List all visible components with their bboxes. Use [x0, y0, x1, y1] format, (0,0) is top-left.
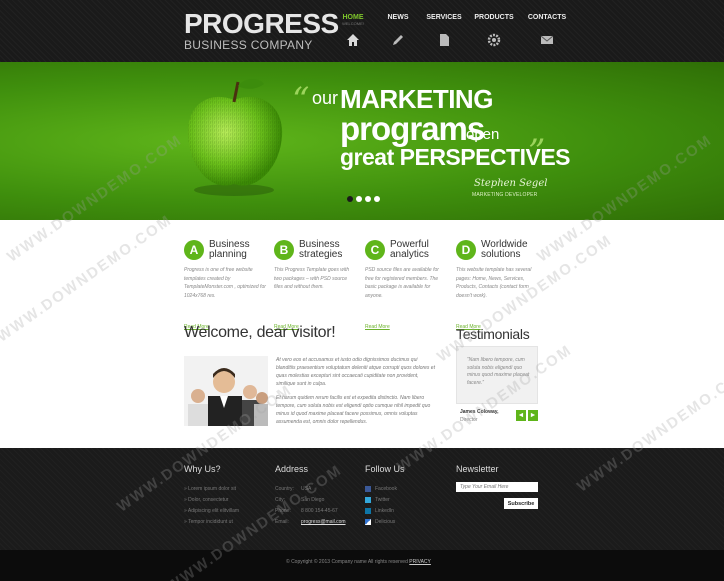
nav-label: NEWS	[387, 14, 409, 21]
social-link-linkedin[interactable]: LinkedIn	[365, 506, 397, 517]
nav-sublabel	[422, 21, 466, 27]
logo-subtitle: BUSINESS COMPANY	[184, 38, 313, 52]
nav-label: CONTACTS	[527, 14, 567, 21]
email-link[interactable]: progress@mail.com	[301, 517, 346, 528]
nav-label: SERVICES	[426, 14, 462, 21]
nav-item-news[interactable]: NEWS	[374, 14, 422, 47]
why-us-item[interactable]: » Lorem ipsum dolor sit	[184, 484, 239, 495]
feature-text: This Progress Template goes with two pac…	[274, 267, 350, 290]
linkedin-icon	[365, 507, 371, 514]
why-us-item[interactable]: » Adipiscing elit elitvillam	[184, 506, 239, 517]
delicious-icon	[365, 518, 371, 525]
address-list: Country: USA City: San Diego Phone: 8 800 1…	[275, 484, 346, 528]
site-header: PROGRESS BUSINESS COMPANY HOME WELCOME! …	[0, 0, 724, 62]
testimonial-role: Director	[460, 417, 478, 423]
social-link-delicious[interactable]: Delicious	[365, 517, 397, 528]
feature-title: Business planning	[209, 239, 250, 260]
why-us-heading: Why Us?	[184, 464, 221, 474]
main-nav: HOME WELCOME! NEWS SERVICES PRODUCTS CON…	[332, 14, 572, 47]
feature-badge: C	[365, 240, 385, 260]
feature-title: Business strategies	[299, 239, 343, 260]
welcome-paragraph: Et harum quidem rerum facilis est et exp…	[276, 395, 431, 425]
grass-apple-image	[187, 79, 283, 196]
signature: Stephen Segel	[474, 178, 548, 189]
nav-item-products[interactable]: PRODUCTS	[466, 14, 522, 47]
why-us-list: » Lorem ipsum dolor sit » Dolor, consect…	[184, 484, 239, 528]
subscribe-button[interactable]: Subscribe	[504, 498, 538, 509]
copyright-bar: © Copyright © 2013 Company name All righ…	[0, 550, 724, 581]
hero-banner: “ our MARKETING programs open great PERS…	[0, 62, 724, 220]
follow-us-heading: Follow Us	[365, 464, 405, 474]
next-testimonial-button[interactable]: ►	[528, 410, 538, 421]
address-row: Phone: 8 800 154-45-67	[275, 508, 338, 514]
nav-sublabel	[466, 21, 522, 27]
feature-title: Worldwide solutions	[481, 239, 528, 260]
testimonials-heading: Testimonials	[456, 326, 530, 342]
nav-label: PRODUCTS	[474, 14, 514, 21]
envelope-icon	[540, 35, 554, 44]
feature-badge: A	[184, 240, 204, 260]
feature-text: This website template has several pages:…	[456, 267, 532, 299]
twitter-icon	[365, 496, 371, 503]
home-icon	[347, 34, 359, 46]
testimonial-quote: “Nam libero tempore, cum soluta nobis el…	[467, 357, 530, 386]
why-us-item[interactable]: » Dolor, consectetur	[184, 495, 239, 506]
pencil-icon	[393, 35, 403, 45]
signature-role: MARKETING DEVELOPER	[472, 192, 538, 198]
why-us-item[interactable]: » Tempor incididunt ut	[184, 517, 239, 528]
main-content: A Business planning Progress is one of f…	[0, 220, 724, 448]
site-footer: Why Us? » Lorem ipsum dolor sit » Dolor,…	[0, 448, 724, 550]
feature-badge: B	[274, 240, 294, 260]
nav-item-contacts[interactable]: CONTACTS	[522, 14, 572, 47]
feature-title: Powerful analytics	[390, 239, 429, 260]
read-more-link[interactable]: Read More	[365, 324, 390, 330]
gear-icon	[487, 33, 501, 47]
newsletter-email-input[interactable]	[456, 482, 538, 492]
facebook-icon	[365, 485, 371, 492]
slider-dot[interactable]	[374, 196, 380, 202]
feature-text: PSD source files are available for free …	[365, 267, 439, 299]
copyright-text: © Copyright © 2013 Company name All righ…	[286, 559, 431, 565]
address-row: City: San Diego	[275, 497, 325, 503]
slider-dot[interactable]	[365, 196, 371, 202]
slider-dot[interactable]	[356, 196, 362, 202]
address-heading: Address	[275, 464, 309, 474]
quote-close-mark: ”	[528, 132, 546, 172]
address-row: Email: progress@mail.com	[275, 517, 346, 528]
prev-testimonial-button[interactable]: ◄	[516, 410, 526, 421]
feature-badge: D	[456, 240, 476, 260]
banner-open: open	[466, 126, 500, 143]
testimonial-author: James Coloway,	[460, 409, 499, 415]
nav-item-services[interactable]: SERVICES	[422, 14, 466, 47]
banner-our: our	[312, 88, 339, 108]
nav-sublabel	[374, 21, 422, 27]
welcome-paragraph: At vero eos et accusamus et iusto odio d…	[276, 357, 435, 387]
address-row: Country: USA	[275, 486, 312, 492]
newsletter-heading: Newsletter	[456, 464, 499, 474]
social-list: Facebook Twitter LinkedIn Delicious	[365, 484, 397, 528]
logo-title[interactable]: PROGRESS	[184, 8, 339, 40]
nav-sublabel	[522, 21, 572, 27]
banner-programs: programs	[340, 110, 485, 147]
social-link-twitter[interactable]: Twitter	[365, 495, 397, 506]
feature-text: Progress is one of free website template…	[184, 267, 266, 299]
document-icon	[440, 34, 449, 46]
slider-pagination	[347, 196, 380, 202]
nav-label: HOME	[342, 14, 364, 21]
testimonial-card: “Nam libero tempore, cum soluta nobis el…	[456, 346, 538, 404]
social-link-facebook[interactable]: Facebook	[365, 484, 397, 495]
nav-item-home[interactable]: HOME WELCOME!	[332, 14, 374, 47]
team-photo	[184, 356, 268, 426]
welcome-heading: Welcome, dear visitor!	[184, 324, 336, 341]
nav-sublabel: WELCOME!	[342, 21, 364, 26]
slider-dot[interactable]	[347, 196, 353, 202]
privacy-link[interactable]: PRIVACY	[409, 559, 431, 565]
quote-open-mark: “	[292, 80, 310, 120]
